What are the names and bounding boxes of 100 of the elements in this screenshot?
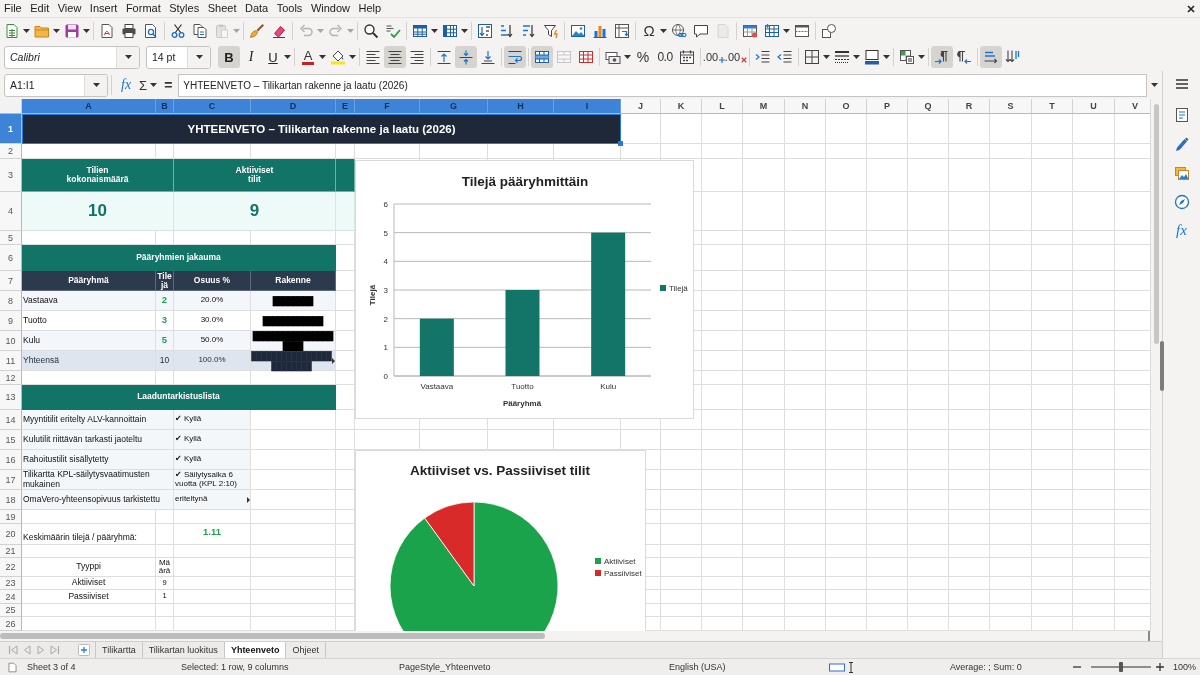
menu-item[interactable]: Insert <box>89 3 118 14</box>
row-header[interactable]: 10 <box>0 331 22 351</box>
indent-increase-icon[interactable] <box>755 49 771 65</box>
caret-down-icon[interactable] <box>883 55 890 59</box>
paint-bucket-icon[interactable] <box>330 49 346 65</box>
funnel-icon[interactable] <box>543 22 559 39</box>
formula-button[interactable]: = <box>164 78 173 92</box>
plus-icon[interactable] <box>1156 663 1164 671</box>
align-middle-button[interactable] <box>455 46 477 68</box>
paintbrush-icon[interactable] <box>249 22 265 39</box>
indent-decrease-icon[interactable] <box>777 49 793 65</box>
sort-descending-icon[interactable] <box>521 22 537 39</box>
caret-down-icon[interactable] <box>150 83 158 87</box>
column-header[interactable]: N <box>785 99 826 114</box>
scrollbar-thumb[interactable] <box>0 633 545 639</box>
delete-decimal-button[interactable]: .00 <box>724 51 748 63</box>
row-header[interactable]: 13 <box>0 385 22 410</box>
sort-ascending-icon[interactable] <box>499 22 515 39</box>
align-left-button[interactable] <box>365 49 381 65</box>
caret-down-icon[interactable] <box>853 55 860 59</box>
shapes-icon[interactable] <box>821 22 837 39</box>
spreadsheet-icon[interactable] <box>4 22 20 39</box>
compass-icon[interactable] <box>1173 194 1190 210</box>
row-header[interactable]: 11 <box>0 351 22 371</box>
copy-icon[interactable] <box>192 22 208 39</box>
pencil-icon[interactable] <box>1173 136 1190 152</box>
image-icon[interactable] <box>570 22 586 39</box>
menu-item[interactable]: File <box>4 3 22 14</box>
row-header[interactable]: 12 <box>0 371 22 385</box>
font-name-field[interactable]: Calibri <box>4 45 140 69</box>
spellcheck-icon[interactable] <box>385 22 401 39</box>
row-header[interactable]: 22 <box>0 558 22 577</box>
minus-icon[interactable] <box>1073 663 1081 671</box>
row-header[interactable]: 20 <box>0 524 22 545</box>
table-grid-icon[interactable] <box>764 22 780 39</box>
properties-icon[interactable] <box>1173 107 1190 123</box>
caret-down-icon[interactable] <box>83 28 90 33</box>
text-vertical-button[interactable] <box>1005 49 1021 65</box>
sheet-tab[interactable]: Yhteenveto <box>224 642 287 658</box>
menu-item[interactable]: Tools <box>276 3 303 14</box>
zoom-slider-thumb[interactable] <box>1119 662 1123 672</box>
underline-button[interactable]: U <box>268 50 278 64</box>
row-header[interactable]: 1 <box>0 114 22 144</box>
globe-link-icon[interactable] <box>671 22 687 39</box>
sum-button[interactable]: Σ <box>139 78 148 92</box>
table-icon[interactable] <box>742 22 758 39</box>
column-header[interactable]: Q <box>908 99 949 114</box>
menu-item[interactable]: Edit <box>30 3 50 14</box>
formula-input-field[interactable]: YHTEENVETO – Tilikartan rakenne ja laatu (2026) <box>178 73 1147 97</box>
menu-item[interactable]: Window <box>310 3 350 14</box>
column-header[interactable]: T <box>1032 99 1073 114</box>
font-size-field[interactable]: 14 pt <box>146 45 211 69</box>
bold-button[interactable]: B <box>218 46 240 68</box>
right-to-left-button[interactable] <box>956 49 972 65</box>
document-magnifier-icon[interactable] <box>143 22 159 39</box>
column-header[interactable]: U <box>1073 99 1115 114</box>
row-header[interactable]: 2 <box>0 144 22 159</box>
unmerge-cells-icon[interactable] <box>578 49 594 65</box>
close-icon[interactable] <box>1187 4 1195 13</box>
dropdown-button[interactable] <box>84 74 107 96</box>
row-header[interactable]: 6 <box>0 245 22 271</box>
italic-button[interactable]: I <box>248 50 254 64</box>
calendar-icon[interactable] <box>679 49 695 65</box>
align-bottom-button[interactable] <box>480 49 496 65</box>
banknote-icon[interactable] <box>605 49 621 65</box>
row-header[interactable]: 7 <box>0 271 22 291</box>
add-decimal-button[interactable]: .00 <box>702 51 726 63</box>
caret-down-icon[interactable] <box>624 55 631 59</box>
caret-down-icon[interactable] <box>461 28 468 33</box>
row-header[interactable]: 18 <box>0 490 22 510</box>
caret-down-icon[interactable] <box>823 55 830 59</box>
wrap-text-button[interactable] <box>504 46 526 68</box>
merge-center-button[interactable] <box>531 46 553 68</box>
row-header[interactable]: 24 <box>0 590 22 604</box>
font-color-button[interactable]: A <box>301 49 315 65</box>
window-split-icon[interactable] <box>794 22 810 39</box>
caret-down-icon[interactable] <box>1151 83 1158 87</box>
row-header[interactable]: 21 <box>0 545 22 558</box>
column-header[interactable]: S <box>990 99 1032 114</box>
speech-bubble-icon[interactable] <box>693 22 709 39</box>
rectangle-icon[interactable] <box>829 662 845 672</box>
search-icon[interactable] <box>363 22 379 39</box>
number-format-button[interactable]: 0.0 <box>657 51 673 63</box>
align-center-button[interactable] <box>384 46 406 68</box>
dropdown-button[interactable] <box>116 46 139 68</box>
align-top-button[interactable] <box>436 49 452 65</box>
menu-item[interactable]: Format <box>125 3 161 14</box>
row-header[interactable]: 4 <box>0 192 22 231</box>
caret-down-icon[interactable] <box>783 28 790 33</box>
functions-button[interactable]: fx <box>1176 223 1187 238</box>
column-header[interactable]: R <box>949 99 990 114</box>
function-wizard-button[interactable]: fx <box>121 78 132 92</box>
row-header[interactable]: 8 <box>0 291 22 311</box>
sidebar-handle[interactable] <box>1160 341 1164 391</box>
text-horizontal-button[interactable] <box>980 46 1002 68</box>
caret-down-icon[interactable] <box>319 55 326 59</box>
scissors-icon[interactable] <box>170 22 186 39</box>
text-cursor-icon[interactable] <box>848 661 854 673</box>
percent-button[interactable]: % <box>636 50 650 64</box>
plus-icon[interactable] <box>78 644 90 656</box>
